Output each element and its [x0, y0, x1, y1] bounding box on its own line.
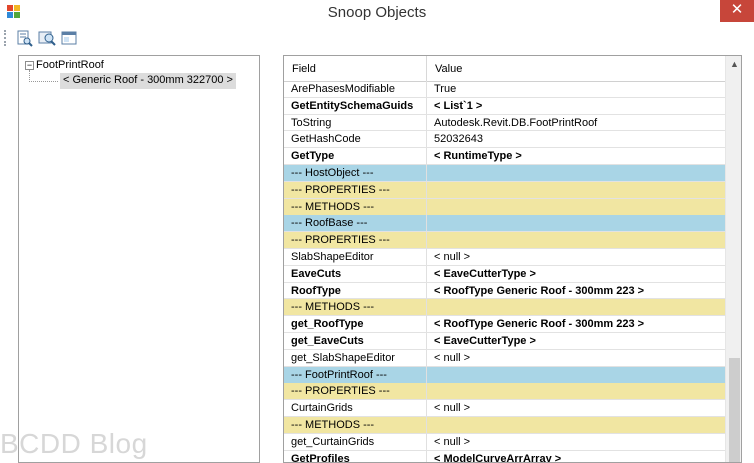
field-cell[interactable]: EaveCuts [284, 265, 427, 282]
table-row[interactable]: SlabShapeEditor < null > [284, 248, 725, 266]
table-row[interactable]: --- PROPERTIES --- [284, 383, 725, 401]
value-cell[interactable]: < RoofType Generic Roof - 300mm 223 > [427, 316, 725, 332]
value-cell[interactable] [427, 164, 725, 181]
field-cell[interactable]: --- PROPERTIES --- [284, 181, 427, 198]
value-cell[interactable]: < null > [427, 350, 725, 366]
table-row[interactable]: EaveCuts < EaveCutterType > [284, 265, 725, 283]
table-row[interactable]: --- PROPERTIES --- [284, 232, 725, 249]
table-row[interactable]: --- RoofBase --- [284, 215, 725, 233]
field-cell[interactable]: --- PROPERTIES --- [284, 232, 427, 249]
snoop-icon[interactable] [15, 29, 33, 47]
field-cell[interactable]: --- METHODS --- [284, 299, 427, 316]
toolbar-grip[interactable] [4, 30, 8, 46]
collapse-icon[interactable]: − [25, 60, 34, 70]
value-cell[interactable] [427, 232, 725, 249]
watermark: BCDD Blog [0, 428, 148, 459]
field-cell[interactable]: GetType [284, 148, 427, 165]
window-icon[interactable] [60, 29, 78, 47]
field-cell[interactable]: GetHashCode [284, 131, 427, 148]
vertical-scrollbar[interactable]: ▲ [725, 56, 741, 462]
table-row[interactable]: get_RoofType < RoofType Generic Roof - 30… [284, 316, 725, 333]
find-icon[interactable] [38, 29, 56, 47]
table-row[interactable]: --- FootPrintRoof --- [284, 366, 725, 384]
value-cell[interactable] [427, 366, 725, 383]
tree-child-node[interactable]: < Generic Roof - 300mm 322700 > [60, 73, 236, 89]
column-header-value[interactable]: Value [427, 56, 725, 82]
table-row[interactable]: CurtainGrids < null > [284, 400, 725, 417]
value-cell[interactable]: < ModelCurveArrArray > [427, 451, 725, 462]
table-row[interactable]: RoofType < RoofType Generic Roof - 300mm … [284, 282, 725, 300]
value-cell[interactable] [427, 299, 725, 316]
table-row[interactable]: GetEntitySchemaGuids < List`1 > [284, 97, 725, 115]
table-row[interactable]: --- METHODS --- [284, 299, 725, 317]
grid-header: Field Value [284, 56, 725, 82]
table-row[interactable]: --- METHODS --- [284, 416, 725, 434]
field-cell[interactable]: GetProfiles [284, 450, 427, 462]
value-cell[interactable]: < List`1 > [427, 98, 725, 114]
scroll-up-icon[interactable]: ▲ [726, 59, 741, 73]
field-cell[interactable]: --- RoofBase --- [284, 215, 427, 232]
value-cell[interactable]: 52032643 [427, 131, 725, 147]
value-cell[interactable] [427, 215, 725, 232]
field-cell[interactable]: get_RoofType [284, 316, 427, 333]
table-row[interactable]: get_CurtainGrids < null > [284, 433, 725, 451]
value-cell[interactable]: < EaveCutterType > [427, 266, 725, 282]
value-cell[interactable]: < RoofType Generic Roof - 300mm 223 > [427, 283, 725, 299]
toolbar [0, 25, 754, 51]
title-bar: Snoop Objects ✕ [0, 0, 754, 25]
tree-connector [29, 81, 58, 82]
field-cell[interactable]: ToString [284, 114, 427, 131]
object-tree[interactable]: − FootPrintRoof < Generic Roof - 300mm 32… [18, 55, 260, 463]
field-cell[interactable]: --- METHODS --- [284, 416, 427, 433]
value-cell[interactable]: < null > [427, 434, 725, 450]
tree-root-label[interactable]: FootPrintRoof [36, 59, 104, 71]
value-cell[interactable]: < null > [427, 400, 725, 416]
field-cell[interactable]: ArePhasesModifiable [284, 81, 427, 97]
value-cell[interactable] [427, 198, 725, 215]
properties-grid[interactable]: Field Value ArePhasesModifiable True GetEn… [283, 55, 742, 463]
table-row[interactable]: GetProfiles < ModelCurveArrArray > [284, 450, 725, 462]
close-button[interactable]: ✕ [720, 0, 754, 22]
field-cell[interactable]: RoofType [284, 282, 427, 299]
value-cell[interactable]: < EaveCutterType > [427, 333, 725, 349]
value-cell[interactable]: < RuntimeType > [427, 148, 725, 164]
tree-root-node[interactable]: − FootPrintRoof [25, 59, 104, 71]
field-cell[interactable]: --- PROPERTIES --- [284, 383, 427, 400]
field-cell[interactable]: get_SlabShapeEditor [284, 349, 427, 366]
table-row[interactable]: GetType < RuntimeType > [284, 148, 725, 165]
table-row[interactable]: ArePhasesModifiable True [284, 81, 725, 98]
value-cell[interactable] [427, 181, 725, 198]
value-cell[interactable] [427, 416, 725, 433]
field-cell[interactable]: --- HostObject --- [284, 164, 427, 181]
table-row[interactable]: --- METHODS --- [284, 198, 725, 216]
field-cell[interactable]: GetEntitySchemaGuids [284, 97, 427, 114]
field-cell[interactable]: SlabShapeEditor [284, 248, 427, 265]
table-row[interactable]: GetHashCode 52032643 [284, 131, 725, 149]
grid-body: ArePhasesModifiable True GetEntitySchemaGu… [284, 81, 725, 462]
window-title: Snoop Objects [327, 4, 427, 21]
scroll-thumb[interactable] [729, 358, 740, 462]
field-cell[interactable]: --- FootPrintRoof --- [284, 366, 427, 383]
value-cell[interactable] [427, 383, 725, 400]
value-cell[interactable]: < null > [427, 249, 725, 265]
field-cell[interactable]: get_EaveCuts [284, 332, 427, 349]
table-row[interactable]: --- HostObject --- [284, 164, 725, 182]
field-cell[interactable]: CurtainGrids [284, 400, 427, 417]
table-row[interactable]: get_SlabShapeEditor < null > [284, 349, 725, 367]
table-row[interactable]: --- PROPERTIES --- [284, 181, 725, 199]
column-header-field[interactable]: Field [284, 56, 427, 82]
table-row[interactable]: get_EaveCuts < EaveCutterType > [284, 332, 725, 350]
value-cell[interactable]: True [427, 81, 725, 97]
value-cell[interactable]: Autodesk.Revit.DB.FootPrintRoof [427, 115, 725, 131]
table-row[interactable]: ToString Autodesk.Revit.DB.FootPrintRoof [284, 114, 725, 132]
field-cell[interactable]: --- METHODS --- [284, 198, 427, 215]
field-cell[interactable]: get_CurtainGrids [284, 433, 427, 450]
